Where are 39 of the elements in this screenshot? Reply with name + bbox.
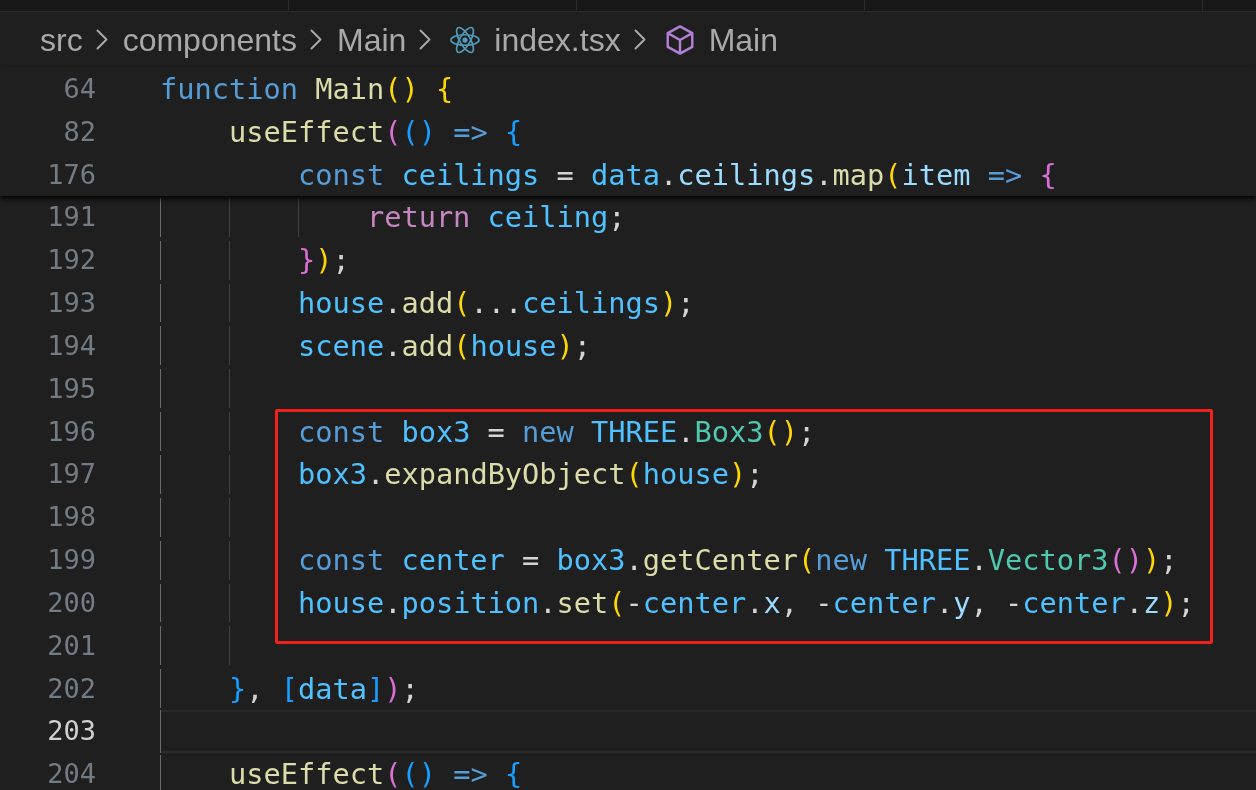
line-number: 64	[62, 75, 96, 102]
chevron-right-icon	[95, 29, 108, 51]
line-number: 198	[46, 504, 96, 531]
line-number: 197	[46, 461, 96, 488]
code-line: scene.add(house);	[297, 332, 592, 359]
chevron-right-icon	[310, 29, 322, 51]
code-line: house.add(...ceilings);	[297, 290, 695, 317]
code-line: }, [data]);	[228, 675, 419, 702]
cube-icon	[664, 24, 695, 55]
line-number: 176	[46, 161, 96, 188]
code-line: useEffect(() => {	[228, 761, 523, 788]
code-line: function Main() {	[160, 75, 454, 102]
line-number: 195	[46, 375, 96, 402]
chevron-right-icon	[633, 29, 646, 51]
atom-icon	[450, 24, 481, 55]
chevron-right-icon	[419, 29, 432, 51]
line-number: 82	[62, 118, 96, 145]
code-line: useEffect(() => {	[228, 118, 523, 145]
breadcrumb-item[interactable]: components	[122, 20, 297, 59]
code-line: const box3 = new THREE.Box3();	[297, 418, 816, 445]
breadcrumb-item[interactable]: Main	[337, 20, 407, 59]
line-number: 194	[46, 332, 96, 359]
code-line: const center = box3.getCenter(new THREE.Vector3());	[297, 547, 1178, 574]
line-number: 191	[46, 204, 96, 231]
line-number: 193	[46, 290, 96, 317]
line-number: 192	[46, 247, 96, 274]
line-number: 196	[46, 418, 96, 445]
line-number: 200	[46, 589, 96, 616]
line-number: 202	[46, 675, 96, 702]
code-line: });	[297, 247, 350, 274]
line-number: 199	[46, 547, 96, 574]
line-number: 203	[46, 718, 96, 745]
breadcrumb-item[interactable]: Main	[660, 20, 778, 59]
code-line: box3.expandByObject(house);	[297, 461, 764, 488]
line-number: 204	[46, 761, 96, 788]
line-number: 201	[46, 632, 96, 659]
code-line: return ceiling;	[366, 204, 626, 231]
breadcrumb-item[interactable]: src	[40, 20, 83, 59]
breadcrumb-item[interactable]: index.tsx	[446, 20, 621, 59]
